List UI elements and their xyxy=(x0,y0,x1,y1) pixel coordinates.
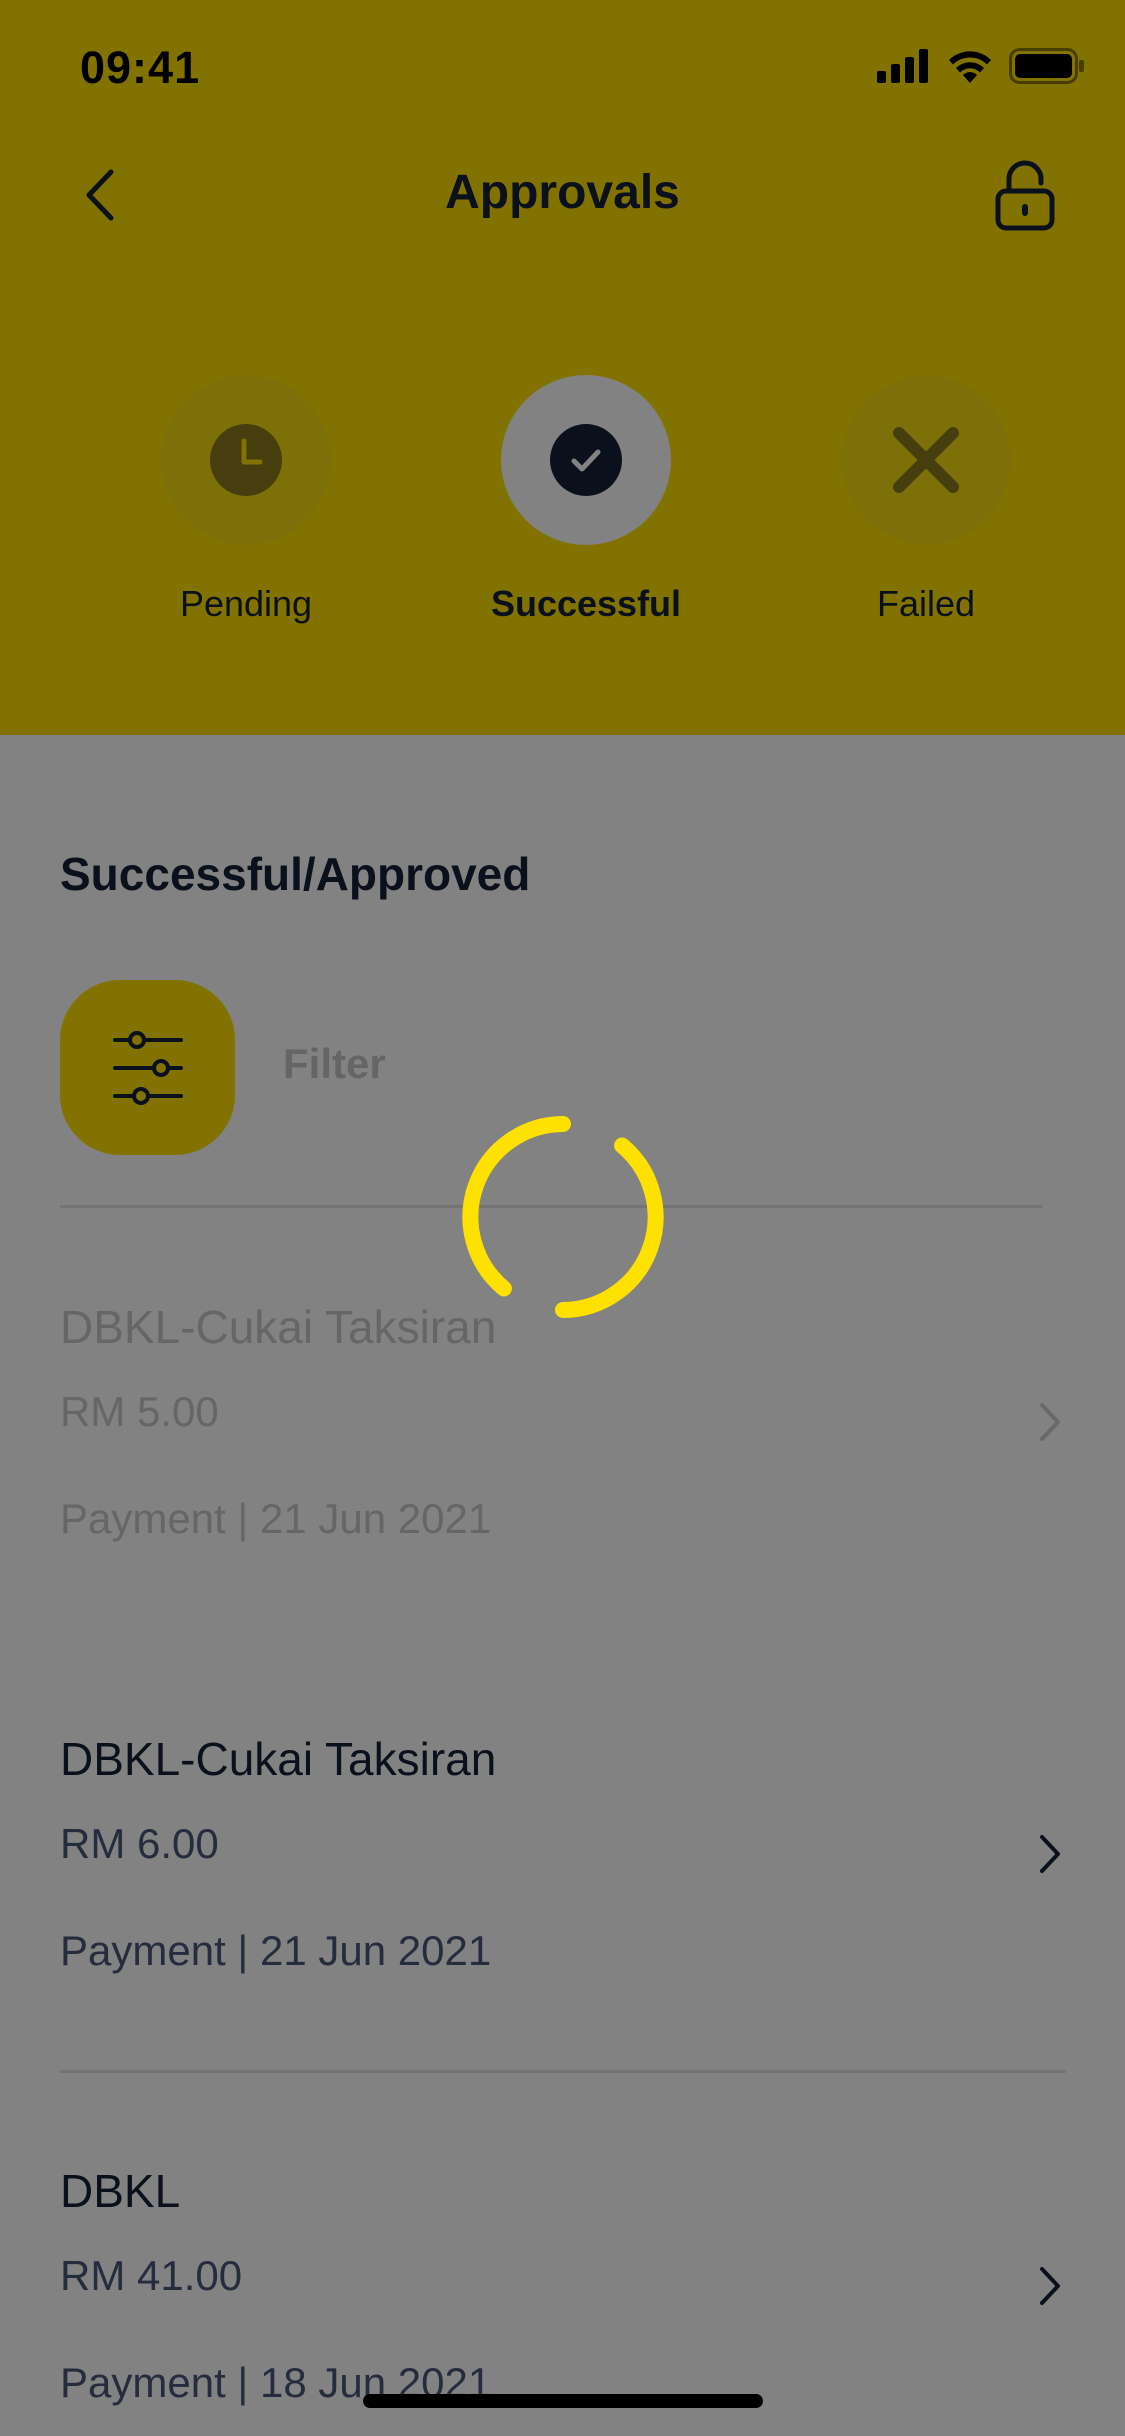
app-screen: 09:41 Approvals Pending Successful Faile… xyxy=(0,0,1125,2436)
home-indicator xyxy=(363,2394,763,2408)
loading-spinner-icon xyxy=(462,1116,664,1318)
